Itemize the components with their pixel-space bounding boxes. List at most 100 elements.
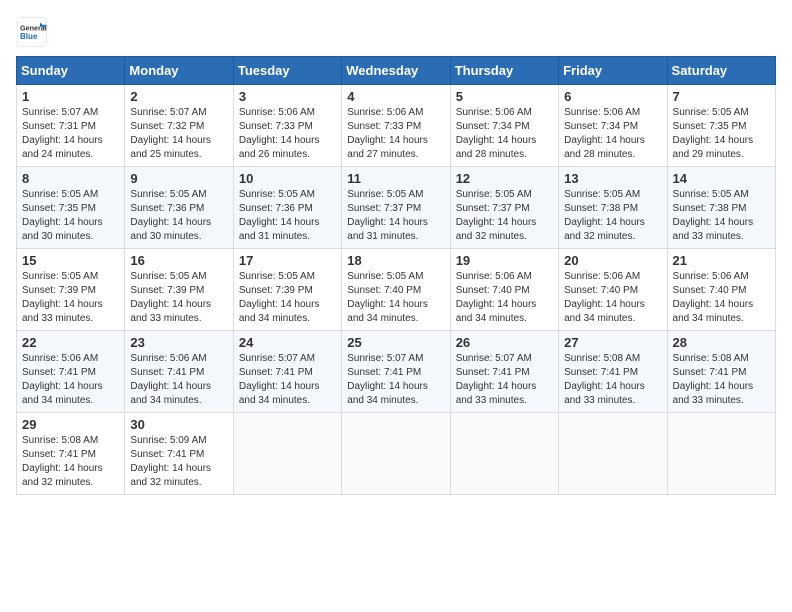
calendar-cell: 3 Sunrise: 5:06 AMSunset: 7:33 PMDaylight… [233, 85, 341, 167]
day-info: Sunrise: 5:09 AMSunset: 7:41 PMDaylight:… [130, 434, 227, 490]
calendar-cell: 19 Sunrise: 5:06 AMSunset: 7:40 PMDayligh… [450, 249, 558, 331]
day-info: Sunrise: 5:08 AMSunset: 7:41 PMDaylight:… [673, 352, 770, 408]
day-number: 6 [564, 89, 661, 104]
weekday-header-row: SundayMondayTuesdayWednesdayThursdayFrid… [17, 57, 776, 85]
day-info: Sunrise: 5:05 AMSunset: 7:38 PMDaylight:… [673, 188, 770, 244]
week-row-2: 8Sunrise: 5:05 AMSunset: 7:35 PMDaylight… [17, 167, 776, 249]
day-number: 11 [347, 171, 444, 186]
weekday-header-thursday: Thursday [450, 57, 558, 85]
calendar-cell: 2 Sunrise: 5:07 AMSunset: 7:32 PMDaylight… [125, 85, 233, 167]
calendar-cell: 26 Sunrise: 5:07 AMSunset: 7:41 PMDayligh… [450, 331, 558, 413]
day-number: 7 [673, 89, 770, 104]
calendar-cell: 7Sunrise: 5:05 AMSunset: 7:35 PMDaylight… [667, 85, 775, 167]
calendar-cell [233, 413, 341, 495]
logo: General Blue [16, 16, 48, 48]
day-number: 17 [239, 253, 336, 268]
day-number: 25 [347, 335, 444, 350]
weekday-header-tuesday: Tuesday [233, 57, 341, 85]
calendar-cell: 21 Sunrise: 5:06 AMSunset: 7:40 PMDayligh… [667, 249, 775, 331]
day-info: Sunrise: 5:06 AMSunset: 7:34 PMDaylight:… [456, 106, 553, 162]
calendar-cell: 22Sunrise: 5:06 AMSunset: 7:41 PMDayligh… [17, 331, 125, 413]
day-info: Sunrise: 5:05 AMSunset: 7:37 PMDaylight:… [456, 188, 553, 244]
calendar-cell [559, 413, 667, 495]
day-info: Sunrise: 5:06 AMSunset: 7:33 PMDaylight:… [239, 106, 336, 162]
day-number: 26 [456, 335, 553, 350]
day-number: 29 [22, 417, 119, 432]
calendar-cell: 8Sunrise: 5:05 AMSunset: 7:35 PMDaylight… [17, 167, 125, 249]
weekday-header-monday: Monday [125, 57, 233, 85]
weekday-header-wednesday: Wednesday [342, 57, 450, 85]
day-info: Sunrise: 5:07 AMSunset: 7:32 PMDaylight:… [130, 106, 227, 162]
day-number: 10 [239, 171, 336, 186]
day-info: Sunrise: 5:05 AMSunset: 7:39 PMDaylight:… [22, 270, 119, 326]
calendar-cell: 10 Sunrise: 5:05 AMSunset: 7:36 PMDayligh… [233, 167, 341, 249]
logo-icon: General Blue [16, 16, 48, 48]
calendar-cell: 30 Sunrise: 5:09 AMSunset: 7:41 PMDayligh… [125, 413, 233, 495]
calendar-cell: 12 Sunrise: 5:05 AMSunset: 7:37 PMDayligh… [450, 167, 558, 249]
week-row-5: 29 Sunrise: 5:08 AMSunset: 7:41 PMDayligh… [17, 413, 776, 495]
calendar-cell: 13 Sunrise: 5:05 AMSunset: 7:38 PMDayligh… [559, 167, 667, 249]
day-info: Sunrise: 5:07 AMSunset: 7:41 PMDaylight:… [456, 352, 553, 408]
day-number: 28 [673, 335, 770, 350]
day-number: 13 [564, 171, 661, 186]
calendar-cell: 11 Sunrise: 5:05 AMSunset: 7:37 PMDayligh… [342, 167, 450, 249]
calendar-cell: 4Sunrise: 5:06 AMSunset: 7:33 PMDaylight… [342, 85, 450, 167]
day-number: 8 [22, 171, 119, 186]
calendar-cell: 15 Sunrise: 5:05 AMSunset: 7:39 PMDayligh… [17, 249, 125, 331]
day-number: 27 [564, 335, 661, 350]
day-info: Sunrise: 5:06 AMSunset: 7:41 PMDaylight:… [130, 352, 227, 408]
weekday-header-saturday: Saturday [667, 57, 775, 85]
day-info: Sunrise: 5:05 AMSunset: 7:36 PMDaylight:… [239, 188, 336, 244]
day-info: Sunrise: 5:06 AMSunset: 7:41 PMDaylight:… [22, 352, 119, 408]
day-info: Sunrise: 5:06 AMSunset: 7:40 PMDaylight:… [673, 270, 770, 326]
calendar-cell: 1Sunrise: 5:07 AMSunset: 7:31 PMDaylight… [17, 85, 125, 167]
day-number: 9 [130, 171, 227, 186]
day-info: Sunrise: 5:06 AMSunset: 7:40 PMDaylight:… [456, 270, 553, 326]
calendar-cell: 27 Sunrise: 5:08 AMSunset: 7:41 PMDayligh… [559, 331, 667, 413]
day-number: 12 [456, 171, 553, 186]
calendar-cell: 17 Sunrise: 5:05 AMSunset: 7:39 PMDayligh… [233, 249, 341, 331]
day-info: Sunrise: 5:06 AMSunset: 7:34 PMDaylight:… [564, 106, 661, 162]
day-number: 24 [239, 335, 336, 350]
day-number: 30 [130, 417, 227, 432]
day-info: Sunrise: 5:05 AMSunset: 7:38 PMDaylight:… [564, 188, 661, 244]
day-info: Sunrise: 5:07 AMSunset: 7:31 PMDaylight:… [22, 106, 119, 162]
day-info: Sunrise: 5:05 AMSunset: 7:37 PMDaylight:… [347, 188, 444, 244]
calendar-cell [342, 413, 450, 495]
day-info: Sunrise: 5:08 AMSunset: 7:41 PMDaylight:… [564, 352, 661, 408]
header: General Blue [16, 16, 776, 48]
day-number: 15 [22, 253, 119, 268]
calendar-cell: 14Sunrise: 5:05 AMSunset: 7:38 PMDayligh… [667, 167, 775, 249]
calendar-cell: 24 Sunrise: 5:07 AMSunset: 7:41 PMDayligh… [233, 331, 341, 413]
day-number: 3 [239, 89, 336, 104]
calendar-cell [450, 413, 558, 495]
calendar-cell [667, 413, 775, 495]
week-row-4: 22Sunrise: 5:06 AMSunset: 7:41 PMDayligh… [17, 331, 776, 413]
day-number: 5 [456, 89, 553, 104]
week-row-3: 15 Sunrise: 5:05 AMSunset: 7:39 PMDayligh… [17, 249, 776, 331]
calendar-cell: 5 Sunrise: 5:06 AMSunset: 7:34 PMDaylight… [450, 85, 558, 167]
calendar-cell: 28 Sunrise: 5:08 AMSunset: 7:41 PMDayligh… [667, 331, 775, 413]
day-info: Sunrise: 5:07 AMSunset: 7:41 PMDaylight:… [239, 352, 336, 408]
day-number: 20 [564, 253, 661, 268]
calendar-table: SundayMondayTuesdayWednesdayThursdayFrid… [16, 56, 776, 495]
calendar-cell: 20 Sunrise: 5:06 AMSunset: 7:40 PMDayligh… [559, 249, 667, 331]
day-number: 2 [130, 89, 227, 104]
day-number: 21 [673, 253, 770, 268]
day-info: Sunrise: 5:05 AMSunset: 7:36 PMDaylight:… [130, 188, 227, 244]
svg-text:Blue: Blue [20, 32, 38, 41]
day-number: 18 [347, 253, 444, 268]
day-info: Sunrise: 5:05 AMSunset: 7:39 PMDaylight:… [130, 270, 227, 326]
calendar-cell: 18Sunrise: 5:05 AMSunset: 7:40 PMDayligh… [342, 249, 450, 331]
day-info: Sunrise: 5:08 AMSunset: 7:41 PMDaylight:… [22, 434, 119, 490]
day-number: 16 [130, 253, 227, 268]
day-number: 19 [456, 253, 553, 268]
week-row-1: 1Sunrise: 5:07 AMSunset: 7:31 PMDaylight… [17, 85, 776, 167]
day-info: Sunrise: 5:06 AMSunset: 7:40 PMDaylight:… [564, 270, 661, 326]
day-info: Sunrise: 5:06 AMSunset: 7:33 PMDaylight:… [347, 106, 444, 162]
calendar-cell: 16 Sunrise: 5:05 AMSunset: 7:39 PMDayligh… [125, 249, 233, 331]
calendar-cell: 29 Sunrise: 5:08 AMSunset: 7:41 PMDayligh… [17, 413, 125, 495]
calendar-cell: 9 Sunrise: 5:05 AMSunset: 7:36 PMDaylight… [125, 167, 233, 249]
day-info: Sunrise: 5:05 AMSunset: 7:39 PMDaylight:… [239, 270, 336, 326]
weekday-header-sunday: Sunday [17, 57, 125, 85]
